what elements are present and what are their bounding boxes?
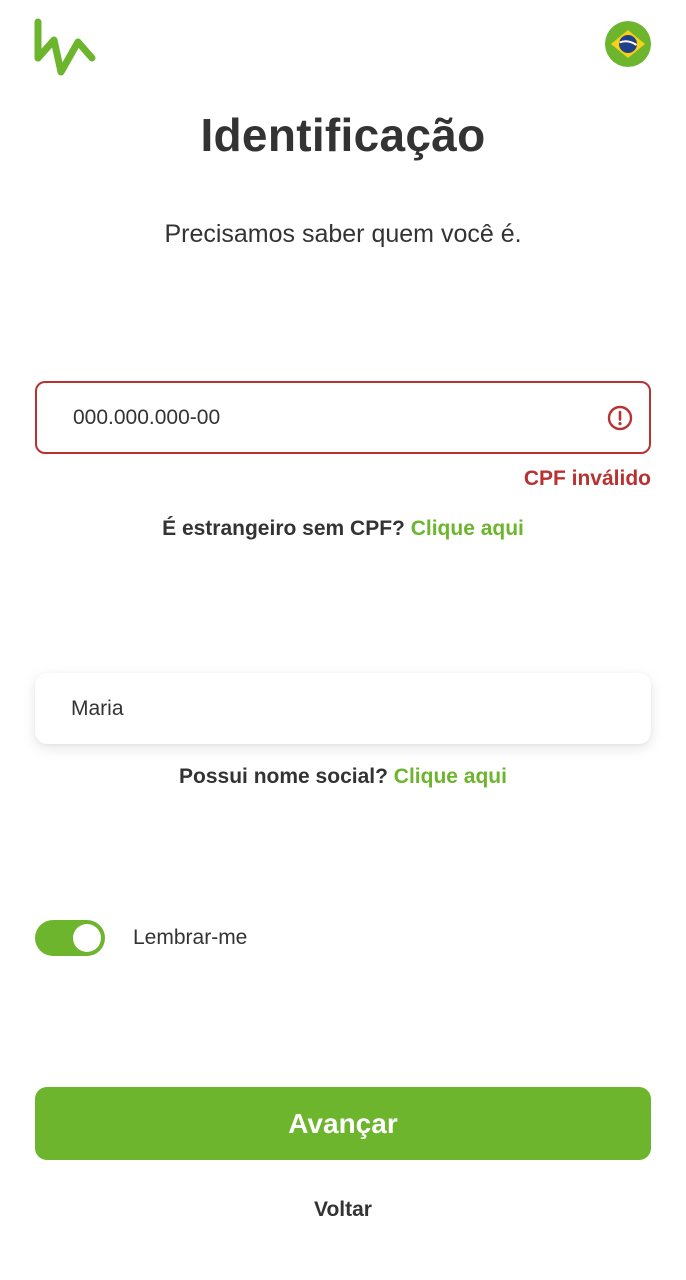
brazil-flag-icon[interactable] — [605, 21, 651, 67]
back-link[interactable]: Voltar — [0, 1198, 686, 1222]
social-name-helper-text: Possui nome social? — [179, 765, 388, 788]
cpf-field[interactable] — [35, 381, 651, 454]
advance-button[interactable]: Avançar — [35, 1087, 651, 1160]
toggle-knob — [73, 924, 101, 952]
exclamation-circle-icon — [607, 405, 633, 431]
remember-me-label: Lembrar-me — [133, 926, 248, 949]
social-name-link[interactable]: Clique aqui — [394, 765, 507, 788]
ka-logo-icon — [34, 18, 96, 76]
foreigner-helper-text: É estrangeiro sem CPF? — [162, 517, 405, 540]
page-subtitle: Precisamos saber quem você é. — [164, 220, 522, 248]
remember-me-toggle[interactable] — [35, 920, 105, 956]
cpf-error-message: CPF inválido — [523, 467, 651, 490]
cpf-input[interactable] — [73, 383, 593, 452]
name-input[interactable] — [71, 673, 591, 744]
social-name-helper: Possui nome social? Clique aqui — [0, 765, 686, 789]
page-title: Identificação — [200, 109, 486, 161]
foreigner-link[interactable]: Clique aqui — [411, 517, 524, 540]
name-field[interactable] — [35, 673, 651, 744]
foreigner-helper: É estrangeiro sem CPF? Clique aqui — [0, 517, 686, 541]
